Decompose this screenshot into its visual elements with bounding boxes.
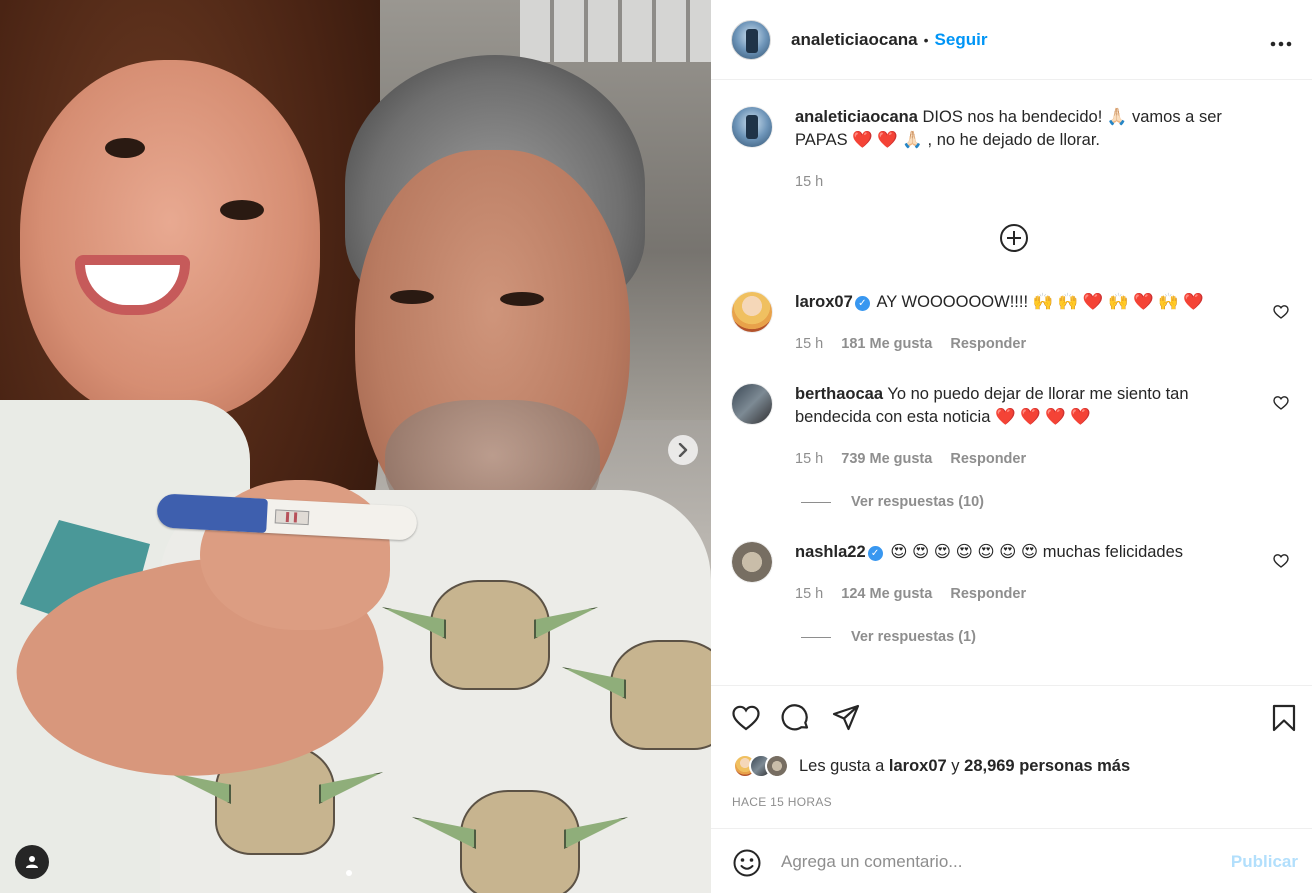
photo-test-cap xyxy=(156,493,268,533)
photo-shirt-character xyxy=(610,640,711,750)
chevron-right-icon xyxy=(678,443,688,457)
likes-user[interactable]: larox07 xyxy=(889,757,947,775)
view-replies-button[interactable]: Ver respuestas (10) xyxy=(801,494,984,510)
caption-meta: 15 h xyxy=(795,174,837,190)
photo-shirt-character xyxy=(430,580,550,690)
comment-username[interactable]: nashla22 xyxy=(795,543,866,561)
author-username[interactable]: analeticiaocana xyxy=(791,30,918,50)
view-replies-button[interactable]: Ver respuestas (1) xyxy=(801,629,976,645)
verified-badge-icon: ✓ xyxy=(854,296,870,311)
photo-shirt-character xyxy=(460,790,580,893)
photo-man-eye xyxy=(500,292,544,306)
heart-icon[interactable] xyxy=(1273,395,1289,411)
comment-text: AY WOOOOOOW!!!! 🙌 🙌 ❤️ 🙌 ❤️ 🙌 ❤️ xyxy=(876,293,1204,311)
likes-summary: Les gusta a larox07 y 28,969 personas má… xyxy=(733,754,1130,778)
caption-body: analeticiaocana DIOS nos ha bendecido! 🙏… xyxy=(795,106,1265,152)
photo-woman-face xyxy=(20,60,320,420)
add-circle-icon[interactable] xyxy=(999,223,1029,253)
post-details-panel: analeticiaocana • Seguir analeticiaocana… xyxy=(711,0,1312,893)
photo-woman-eye xyxy=(220,200,264,220)
reply-button[interactable]: Responder xyxy=(950,336,1026,352)
comment-body: nashla22 ✓ 😍 😍 😍 😍 😍 😍 😍 muchas felicidad… xyxy=(795,541,1245,564)
comment-input[interactable] xyxy=(781,847,1211,877)
comment-avatar[interactable] xyxy=(731,383,773,425)
reply-button[interactable]: Responder xyxy=(950,586,1026,602)
heart-icon[interactable] xyxy=(1273,553,1289,569)
photo-woman-eye xyxy=(105,138,145,158)
comment-likes[interactable]: 124 Me gusta xyxy=(841,586,932,602)
reply-button[interactable]: Responder xyxy=(950,451,1026,467)
carousel-indicator-dot xyxy=(346,870,352,876)
comment-time[interactable]: 15 h xyxy=(795,451,823,467)
comment-meta: 15 h 124 Me gusta Responder xyxy=(795,586,1040,602)
comment-avatar[interactable] xyxy=(731,291,773,333)
view-replies-label: Ver respuestas (1) xyxy=(851,629,976,645)
comment-time[interactable]: 15 h xyxy=(795,586,823,602)
comment-username[interactable]: berthaocaa xyxy=(795,385,883,403)
more-options-button[interactable] xyxy=(1270,30,1292,50)
comment-icon[interactable] xyxy=(781,703,811,733)
photo-man-eye xyxy=(390,290,434,304)
follow-button[interactable]: Seguir xyxy=(935,30,988,50)
user-tag-icon xyxy=(26,856,38,868)
post-photo[interactable] xyxy=(0,0,711,893)
caption-time[interactable]: 15 h xyxy=(795,174,823,190)
comment-composer: Publicar xyxy=(711,828,1312,893)
carousel-next-button[interactable] xyxy=(668,435,698,465)
share-icon[interactable] xyxy=(831,703,861,733)
header-separator: • xyxy=(923,31,929,48)
comment-likes[interactable]: 181 Me gusta xyxy=(841,336,932,352)
bookmark-icon[interactable] xyxy=(1269,703,1299,733)
photo-test-window xyxy=(274,509,310,526)
user-tag-button[interactable] xyxy=(15,845,49,879)
comment-body: berthaocaa Yo no puedo dejar de llorar m… xyxy=(795,383,1245,429)
heart-icon[interactable] xyxy=(731,703,761,733)
replies-line xyxy=(801,636,831,638)
likes-count[interactable]: 28,969 personas más xyxy=(964,757,1130,775)
likes-prefix: Les gusta a xyxy=(799,756,885,775)
publish-button[interactable]: Publicar xyxy=(1231,852,1298,872)
likes-text: Les gusta a larox07 y 28,969 personas má… xyxy=(799,757,1130,776)
comment-likes[interactable]: 739 Me gusta xyxy=(841,451,932,467)
author-avatar[interactable] xyxy=(731,19,771,60)
photo-window xyxy=(520,0,711,62)
comments-list[interactable]: analeticiaocana DIOS nos ha bendecido! 🙏… xyxy=(711,80,1312,685)
post-timestamp[interactable]: HACE 15 HORAS xyxy=(732,795,832,809)
likes-connector: y xyxy=(951,756,960,775)
post-header: analeticiaocana • Seguir xyxy=(711,0,1312,80)
comment-meta: 15 h 181 Me gusta Responder xyxy=(795,336,1040,352)
verified-badge-icon: ✓ xyxy=(867,546,883,561)
more-icon xyxy=(1270,41,1292,47)
comment-text: 😍 😍 😍 😍 😍 😍 😍 muchas felicidades xyxy=(890,543,1184,561)
replies-line xyxy=(801,501,831,503)
liker-avatar[interactable] xyxy=(765,754,789,778)
comment-time[interactable]: 15 h xyxy=(795,336,823,352)
comment-avatar[interactable] xyxy=(731,541,773,583)
caption-avatar[interactable] xyxy=(731,106,773,148)
comment-meta: 15 h 739 Me gusta Responder xyxy=(795,451,1040,467)
comment-body: larox07 ✓ AY WOOOOOOW!!!! 🙌 🙌 ❤️ 🙌 ❤️ 🙌 ❤… xyxy=(795,291,1245,314)
post-actions: Les gusta a larox07 y 28,969 personas má… xyxy=(711,685,1312,828)
emoji-icon[interactable] xyxy=(732,848,762,878)
caption-username[interactable]: analeticiaocana xyxy=(795,108,918,126)
comment-username[interactable]: larox07 xyxy=(795,293,853,311)
heart-icon[interactable] xyxy=(1273,304,1289,320)
view-replies-label: Ver respuestas (10) xyxy=(851,494,984,510)
